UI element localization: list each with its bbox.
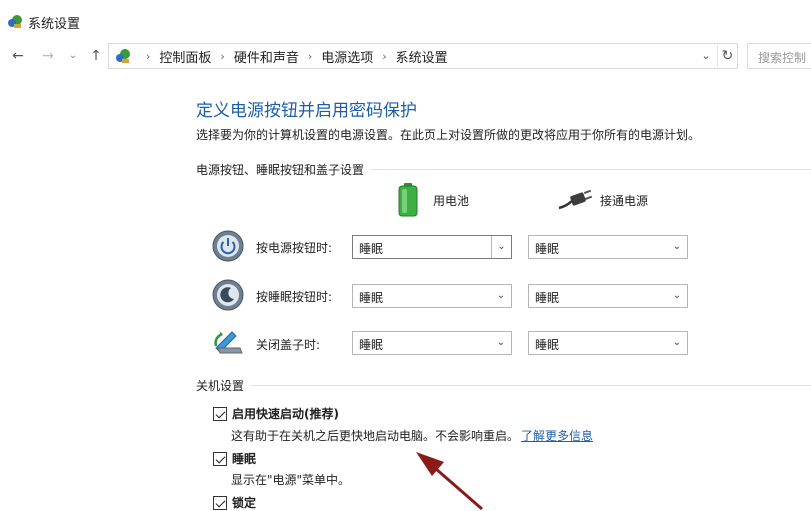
- lock-label: 锁定: [232, 496, 257, 510]
- close-lid-label: 关闭盖子时:: [256, 338, 321, 352]
- select-value: 睡眠: [535, 242, 560, 256]
- chevron-down-icon: ⌄: [672, 241, 682, 252]
- laptop-lid-icon: [214, 331, 243, 354]
- breadcrumb-separator: ›: [307, 49, 313, 63]
- chevron-down-icon: ⌄: [672, 337, 682, 348]
- power-button-battery-select[interactable]: 睡眠 ⌄: [352, 235, 512, 259]
- select-value: 睡眠: [359, 242, 384, 256]
- power-button-label: 按电源按钮时:: [256, 241, 333, 255]
- power-buttons-heading: 电源按钮、睡眠按钮和盖子设置: [196, 161, 371, 178]
- sleep-label: 睡眠: [232, 452, 257, 466]
- fast-startup-checkbox[interactable]: [213, 406, 227, 421]
- forward-arrow-icon[interactable]: →: [40, 46, 56, 66]
- recent-locations-chevron-icon[interactable]: ⌄: [66, 46, 80, 66]
- breadcrumb-power-options[interactable]: 电源选项: [321, 47, 373, 66]
- page-title: 定义电源按钮并启用密码保护: [196, 101, 417, 121]
- breadcrumb-control-panel[interactable]: 控制面板: [159, 47, 211, 66]
- sleep-option[interactable]: 睡眠: [213, 450, 256, 467]
- breadcrumb-separator: ›: [382, 49, 387, 63]
- address-bar[interactable]: › 控制面板 › 硬件和声音 › 电源选项 › 系统设置 ⌄ ↻: [108, 43, 738, 69]
- battery-icon: [398, 183, 418, 217]
- title-bar: 系统设置: [0, 0, 811, 40]
- sleep-description: 显示在"电源"菜单中。: [231, 473, 351, 487]
- breadcrumb-separator: ›: [146, 49, 151, 63]
- breadcrumb-system-settings[interactable]: 系统设置: [396, 47, 448, 66]
- column-plugged-in: 接通电源: [600, 194, 649, 208]
- sleep-button-label: 按睡眠按钮时:: [256, 290, 333, 304]
- chevron-down-icon: ⌄: [491, 236, 511, 258]
- close-lid-plugged-select[interactable]: 睡眠 ⌄: [528, 331, 688, 355]
- select-value: 睡眠: [535, 338, 560, 352]
- select-value: 睡眠: [359, 338, 384, 352]
- search-input[interactable]: 搜索控制: [747, 43, 811, 69]
- shutdown-settings-heading: 关机设置: [196, 377, 251, 394]
- column-battery: 用电池: [433, 194, 470, 208]
- control-panel-icon: [8, 15, 22, 28]
- power-plug-icon: [558, 189, 593, 210]
- close-lid-battery-select[interactable]: 睡眠 ⌄: [352, 331, 512, 355]
- sleep-checkbox[interactable]: [213, 451, 227, 466]
- chevron-down-icon: ⌄: [496, 337, 506, 348]
- chevron-down-icon: ⌄: [672, 290, 682, 301]
- control-panel-icon: [116, 49, 130, 63]
- breadcrumb-separator: ›: [220, 49, 225, 63]
- fast-startup-label: 启用快速启动(推荐): [232, 407, 339, 421]
- address-dropdown-icon[interactable]: ⌄: [696, 45, 716, 67]
- page-description: 选择要为你的计算机设置的电源设置。在此页上对设置所做的更改将应用于你所有的电源计…: [196, 128, 701, 142]
- back-arrow-icon[interactable]: ←: [8, 46, 28, 66]
- fast-startup-option[interactable]: 启用快速启动(推荐): [213, 405, 339, 422]
- select-value: 睡眠: [535, 291, 560, 305]
- fast-startup-description-text: 这有助于在关机之后更快地启动电脑。不会影响重启。: [231, 429, 520, 443]
- power-button-plugged-select[interactable]: 睡眠 ⌄: [528, 235, 688, 259]
- divider: [196, 385, 811, 386]
- breadcrumb: › 控制面板 › 硬件和声音 › 电源选项 › 系统设置: [137, 44, 448, 68]
- window-title: 系统设置: [28, 17, 81, 32]
- sleep-button-battery-select[interactable]: 睡眠 ⌄: [352, 284, 512, 308]
- breadcrumb-hardware-sound[interactable]: 硬件和声音: [234, 47, 299, 66]
- chevron-down-icon: ⌄: [496, 290, 506, 301]
- lock-checkbox[interactable]: [213, 495, 227, 510]
- power-button-icon: [212, 230, 244, 262]
- up-arrow-icon[interactable]: ↑: [86, 46, 106, 66]
- fast-startup-description: 这有助于在关机之后更快地启动电脑。不会影响重启。 了解更多信息: [231, 427, 593, 444]
- select-value: 睡眠: [359, 291, 384, 305]
- learn-more-link[interactable]: 了解更多信息: [521, 429, 593, 443]
- lock-option[interactable]: 锁定: [213, 494, 256, 511]
- refresh-icon[interactable]: ↻: [717, 45, 737, 67]
- sleep-button-plugged-select[interactable]: 睡眠 ⌄: [528, 284, 688, 308]
- sleep-button-icon: [212, 279, 244, 311]
